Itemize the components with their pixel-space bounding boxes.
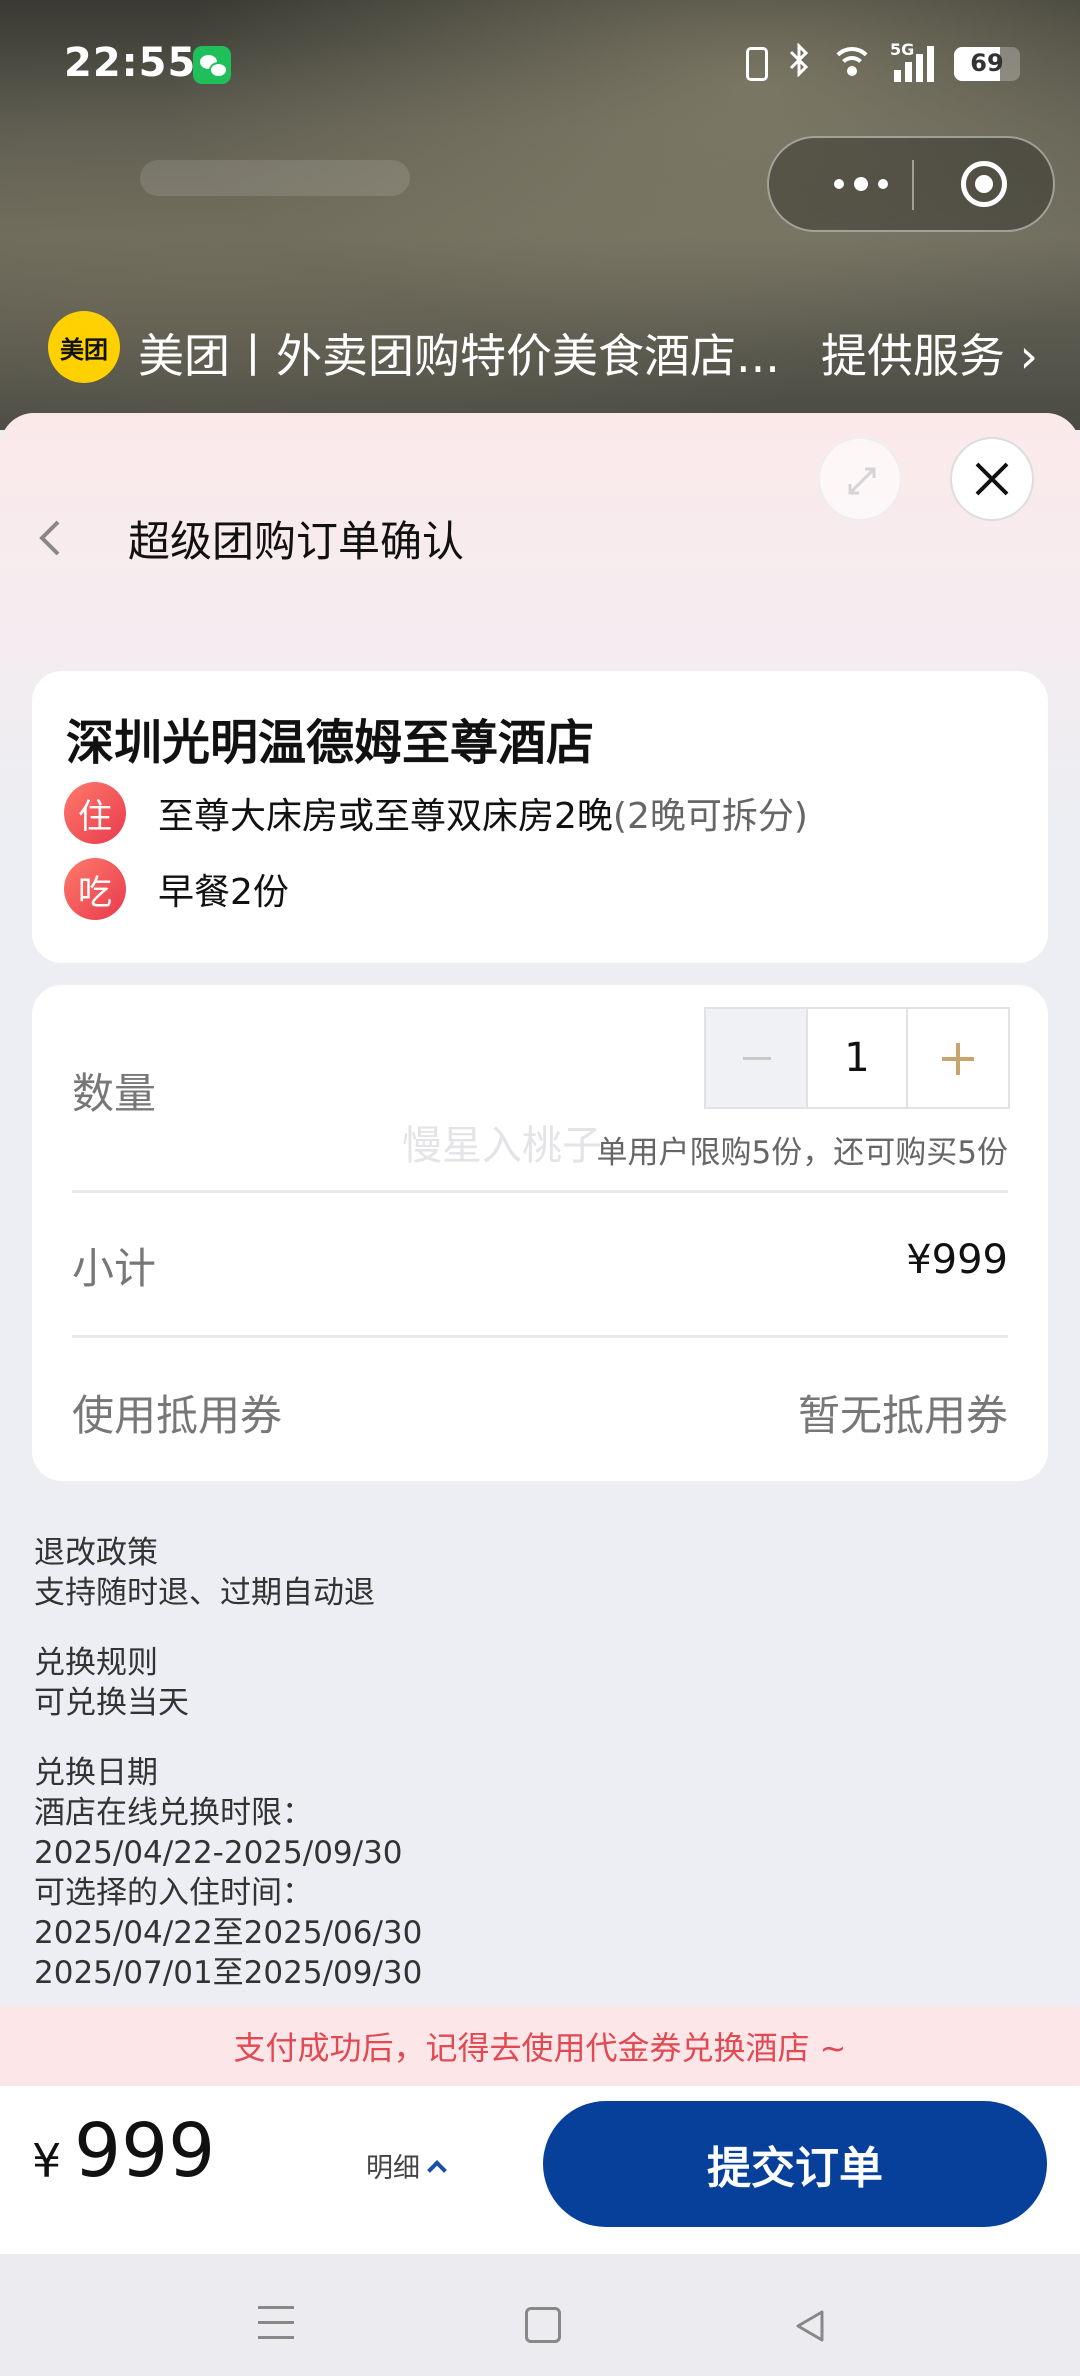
subtotal-value: ¥999 [906, 1237, 1008, 1283]
submit-order-button[interactable]: 提交订单 [543, 2101, 1047, 2227]
policy-title: 兑换日期 [34, 1755, 158, 1791]
subtotal-label: 小计 [72, 1244, 157, 1293]
vibrate-icon [746, 47, 768, 81]
coupon-label[interactable]: 使用抵用券 [72, 1382, 282, 1443]
currency-symbol: ¥ [32, 2134, 62, 2188]
meal-text: 早餐2份 [158, 872, 289, 913]
status-bar: 22:55 5G 69 [0, 0, 1080, 130]
meituan-logo: 美团 [48, 311, 120, 383]
menu-icon[interactable] [258, 2306, 294, 2342]
quantity-stepper: 1 [704, 1007, 1010, 1109]
network-type: 5G [890, 40, 915, 59]
page-title: 超级团购订单确认 [128, 517, 465, 566]
policy-line: 2025/04/22至2025/06/30 [34, 1915, 423, 1951]
order-details-card: 数量 1 慢星入桃子 单用户限购5份，还可购买5份 小计 ¥999 使用抵用券 … [32, 985, 1048, 1481]
watermark: 慢星入桃子 [402, 1123, 602, 1169]
purchase-limit-text: 单用户限购5份，还可购买5份 [596, 1135, 1008, 1171]
stay-note: (2晚可拆分) [612, 796, 808, 837]
detail-label: 明细 [366, 2153, 420, 2184]
policy-line: 2025/07/01至2025/09/30 [34, 1955, 423, 1991]
wifi-icon [830, 47, 874, 81]
signal-icon: 5G [890, 40, 934, 82]
service-provider-bar[interactable]: 美团 美团丨外卖团购特价美食酒店... 提供服务 › [48, 310, 1038, 386]
decrease-button[interactable] [706, 1009, 808, 1107]
home-icon[interactable] [525, 2307, 561, 2343]
wechat-icon [193, 46, 231, 84]
stay-text: 至尊大床房或至尊双床房2晚 [158, 796, 613, 837]
capsule-divider [912, 160, 914, 210]
chevron-up-icon [427, 2159, 447, 2180]
miniprogram-capsule [767, 136, 1055, 232]
policy-line: 酒店在线兑换时限： [34, 1795, 313, 1831]
order-sheet: 超级团购订单确认 深圳光明温德姆至尊酒店 住 至尊大床房或至尊双床房2晚(2晚可… [0, 413, 1080, 2376]
hotel-card: 深圳光明温德姆至尊酒店 住 至尊大床房或至尊双床房2晚(2晚可拆分) 吃 早餐2… [32, 671, 1048, 963]
close-button[interactable] [950, 437, 1034, 521]
service-name: 美团丨外卖团购特价美食酒店... [138, 329, 780, 383]
increase-button[interactable] [908, 1009, 1008, 1107]
divider [72, 1190, 1008, 1193]
more-dots-icon[interactable] [809, 138, 913, 230]
battery-icon: 69 [954, 47, 1020, 81]
feature-stay: 住 至尊大床房或至尊双床房2晚(2晚可拆分) [64, 781, 808, 845]
policy-title: 兑换规则 [34, 1645, 158, 1681]
policy-line: 可选择的入住时间： [34, 1875, 313, 1911]
expand-button[interactable] [818, 437, 902, 521]
chevron-left-icon [39, 520, 60, 556]
blurred-content [140, 160, 410, 196]
expand-icon [848, 467, 876, 495]
target-icon[interactable] [961, 161, 1007, 207]
refund-policy: 退改政策 支持随时退、过期自动退 [34, 1533, 375, 1613]
meal-badge: 吃 [64, 858, 126, 920]
back-triangle-icon[interactable] [790, 2306, 830, 2346]
status-time: 22:55 [64, 40, 197, 86]
quantity-value[interactable]: 1 [808, 1009, 908, 1107]
service-provider-link[interactable]: 提供服务 › [821, 320, 1038, 386]
quantity-label: 数量 [72, 1069, 157, 1118]
exchange-dates: 兑换日期 酒店在线兑换时限： 2025/04/22-2025/09/30 可选择… [34, 1753, 422, 1993]
exchange-rules: 兑换规则 可兑换当天 [34, 1643, 189, 1723]
policy-line: 2025/04/22-2025/09/30 [34, 1835, 403, 1871]
coupon-value[interactable]: 暂无抵用券 [798, 1382, 1008, 1443]
divider [72, 1335, 1008, 1338]
stay-badge: 住 [64, 782, 126, 844]
price-detail-toggle[interactable]: 明细 [366, 2146, 447, 2185]
close-icon [975, 462, 1009, 496]
policy-line: 可兑换当天 [34, 1685, 189, 1721]
feature-meal: 吃 早餐2份 [64, 857, 289, 921]
policy-title: 退改政策 [34, 1535, 158, 1571]
checkout-bar: ¥ 999 明细 提交订单 [0, 2086, 1080, 2254]
policy-line: 支持随时退、过期自动退 [34, 1575, 375, 1611]
bluetooth-icon [788, 42, 810, 85]
hotel-name: 深圳光明温德姆至尊酒店 [66, 715, 595, 771]
total-price: 999 [74, 2108, 216, 2194]
back-button[interactable] [30, 508, 74, 568]
system-nav-bar [0, 2254, 1080, 2376]
payment-tip-bar: 支付成功后，记得去使用代金券兑换酒店 ~ [0, 2006, 1080, 2086]
battery-level: 69 [970, 49, 1004, 77]
status-icons: 5G 69 [746, 40, 1020, 85]
